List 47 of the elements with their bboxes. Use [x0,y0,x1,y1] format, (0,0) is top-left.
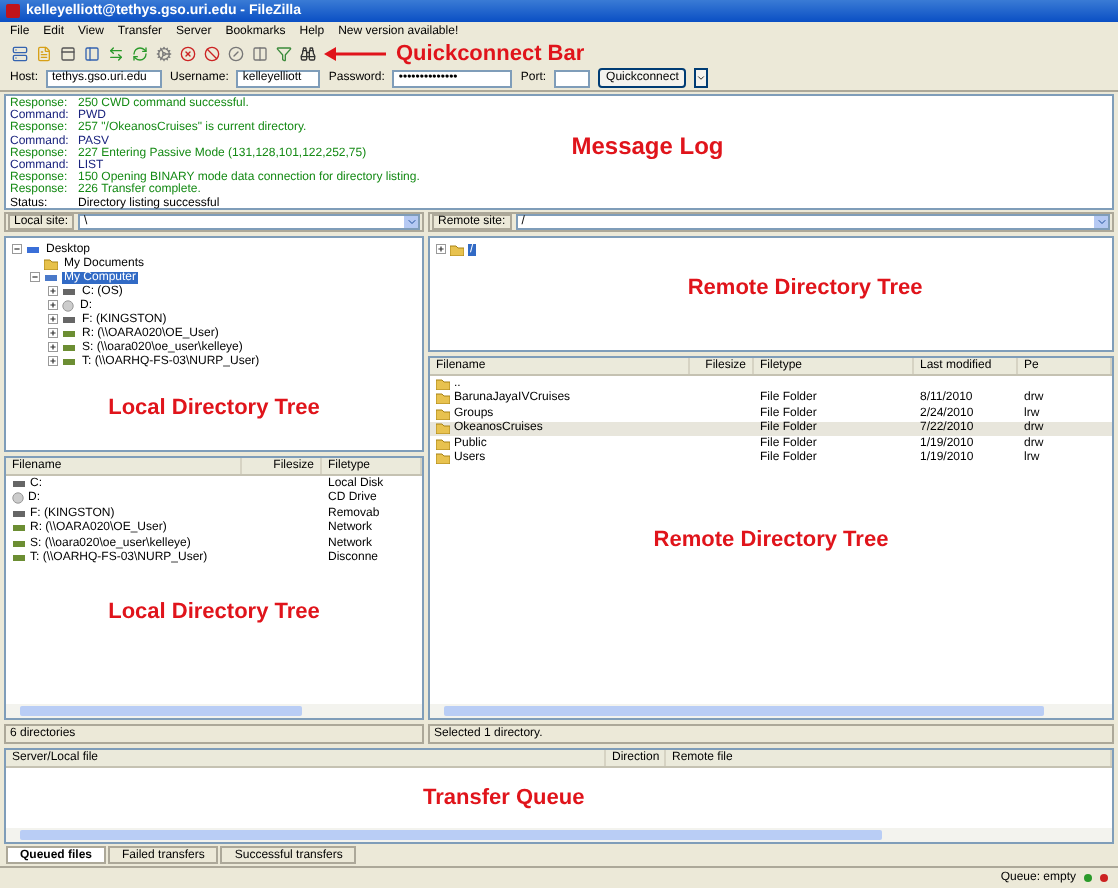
drive-icon [12,507,26,520]
expand-icon[interactable] [48,342,58,352]
drive-icon [62,285,76,297]
caret-icon [696,72,707,84]
port-field[interactable] [554,69,591,87]
annotation-label: Local Directory Tree [108,395,320,420]
collapse-icon[interactable] [30,272,40,282]
status-light [1084,874,1092,882]
expand-icon[interactable] [48,286,58,296]
annotation-label: Remote Directory Tree [687,276,923,301]
annotation-label: Remote Directory Tree [653,528,889,552]
folder-icon [450,243,464,255]
disconnect-icon[interactable] [228,45,244,61]
arrow [324,45,388,61]
drive-icon [62,313,76,325]
annotation-label: Quickconnect Bar [396,41,585,65]
expand-icon[interactable] [48,314,58,324]
cancel-icon[interactable] [180,45,196,61]
dropdown-button[interactable] [694,68,709,88]
binoculars-icon[interactable] [300,45,316,61]
disc-icon [12,492,24,505]
gear-icon[interactable] [156,45,172,61]
stop-icon[interactable] [204,45,220,61]
scrollbar[interactable] [6,704,422,718]
annotation-label: Local Directory Tree [108,600,320,625]
refresh-icon[interactable] [132,45,148,61]
panel-icon[interactable] [60,45,76,61]
panel-icon[interactable] [84,45,100,61]
collapse-icon[interactable] [12,244,22,254]
server-icon[interactable] [12,45,28,61]
expand-icon[interactable] [436,244,446,254]
caret-icon [405,216,417,228]
app-icon [6,4,20,18]
filter-icon[interactable] [276,45,292,61]
caret-icon [1095,216,1107,228]
status-light [1100,874,1108,882]
disc-icon [62,299,74,311]
expand-icon[interactable] [48,356,58,366]
drive-icon [12,477,26,490]
expand-icon[interactable] [48,328,58,338]
annotation-label: Message Log [571,132,724,161]
compare-icon[interactable] [252,45,268,61]
scrollbar[interactable] [6,828,1112,842]
scrollbar[interactable] [430,704,1112,718]
annotation-label: Transfer Queue [423,786,585,810]
arrows-icon[interactable] [108,45,124,61]
expand-icon[interactable] [48,300,58,310]
